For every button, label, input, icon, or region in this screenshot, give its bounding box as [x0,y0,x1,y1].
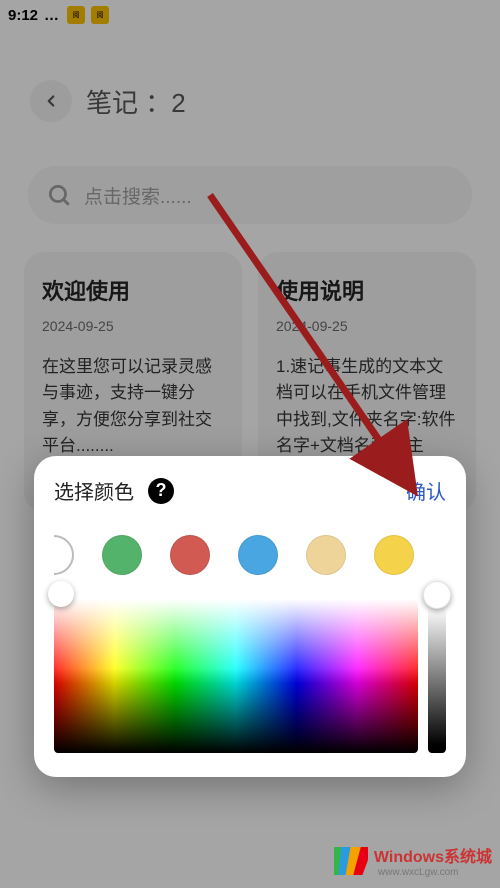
confirm-button[interactable]: 确认 [406,476,446,505]
color-picker-sheet: 选择颜色 ? 确认 [34,456,466,777]
color-swatch[interactable] [170,535,210,575]
windows-flag-icon [334,847,368,875]
value-thumb[interactable] [423,581,451,609]
hue-saturation-field[interactable] [54,599,418,753]
watermark-url: www.wxcLgw.com [378,867,492,878]
color-swatch[interactable] [54,535,74,575]
color-swatches [54,535,446,575]
color-swatch[interactable] [306,535,346,575]
color-swatch[interactable] [102,535,142,575]
value-slider[interactable] [428,599,446,753]
watermark-brand: Windows系统城 [374,843,492,867]
color-swatch[interactable] [238,535,278,575]
hs-thumb[interactable] [48,581,74,607]
color-swatch[interactable] [374,535,414,575]
sheet-title: 选择颜色 [54,476,134,505]
help-icon[interactable]: ? [148,478,174,504]
sheet-header: 选择颜色 ? 确认 [54,476,446,505]
color-picker [54,599,446,753]
watermark: Windows系统城 www.wxcLgw.com [334,843,492,878]
